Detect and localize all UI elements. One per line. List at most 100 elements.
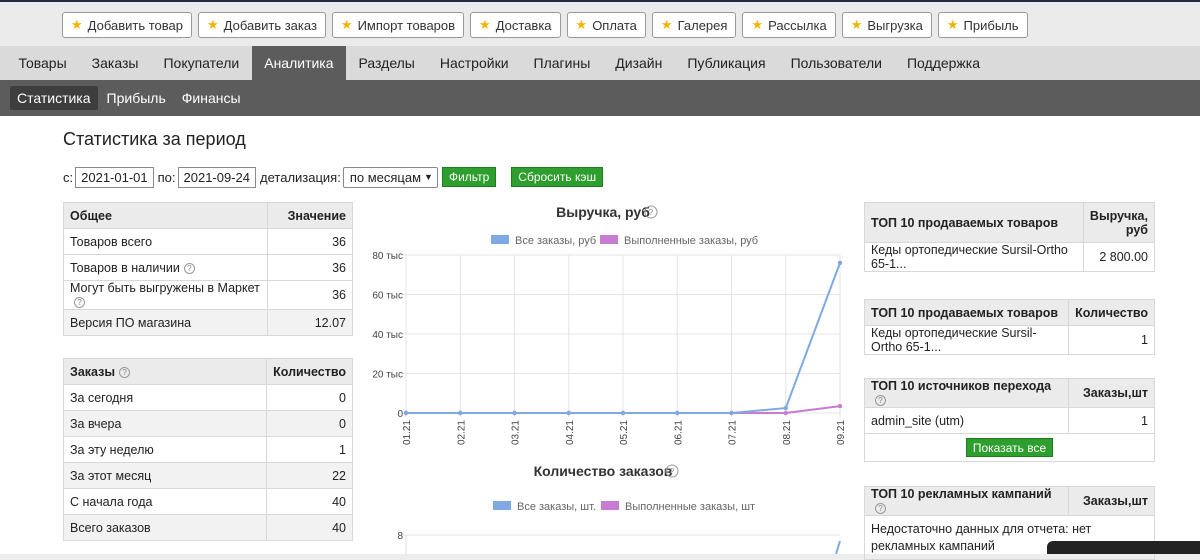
table-cell: 1 (1068, 407, 1155, 434)
column-header-label: ТОП 10 продаваемых товаров (871, 215, 1059, 230)
table-cell: Показать все (864, 433, 1155, 462)
nav-item-6[interactable]: Плагины (521, 46, 603, 80)
data-point (512, 410, 517, 416)
x-tick-label: 03.21 (511, 420, 522, 445)
quick-button-6[interactable]: ★ Рассылка (742, 12, 836, 38)
table-cell: 0 (266, 410, 353, 437)
column-header: Заказы,шт (1068, 378, 1155, 408)
nav-item-3[interactable]: Аналитика (251, 46, 347, 80)
sub-nav: Статистика Прибыль Финансы (0, 80, 1200, 116)
svg-text:?: ? (649, 208, 654, 217)
nav-item-0[interactable]: Товары (6, 46, 79, 80)
detail-select[interactable]: по месяцам ▼ (342, 166, 438, 188)
table-header-row: ТОП 10 источников перехода? Заказы,шт (863, 378, 1155, 408)
subnav-item-1[interactable]: Прибыль (100, 86, 173, 110)
quick-button-0[interactable]: ★ Добавить товар (62, 12, 192, 38)
quick-button-1[interactable]: ★ Добавить заказ (197, 12, 326, 38)
legend-label: Все заказы, руб (515, 235, 596, 247)
subnav-item-2[interactable]: Финансы (175, 86, 248, 110)
nav-item-8[interactable]: Публикация (675, 46, 778, 80)
column-header-label: Значение (287, 208, 346, 223)
data-point (403, 410, 409, 416)
legend-swatch (601, 501, 619, 510)
table-row: С начала года 40 (62, 488, 353, 515)
quick-button-8[interactable]: ★ Прибыль (937, 12, 1028, 38)
table-cell: 1 (266, 436, 353, 463)
cell-value: 36 (332, 234, 346, 249)
column-header: Заказы? (62, 358, 268, 385)
help-icon[interactable]: ? (183, 262, 195, 274)
cell-value: 40 (332, 520, 346, 535)
filter-button[interactable]: Фильтр (441, 167, 497, 187)
cell-value: 36 (332, 260, 346, 275)
column-header: ТОП 10 источников перехода? (863, 378, 1070, 408)
column-header-label: Количество (1075, 305, 1148, 320)
column-header: Количество (1068, 299, 1155, 326)
quick-button-5[interactable]: ★ Галерея (651, 12, 737, 38)
quick-button-3[interactable]: ★ Доставка (470, 12, 561, 38)
top-quantity-table: ТОП 10 продаваемых товаров Количество Кеды… (863, 299, 1155, 355)
cell-value: Товаров всего (70, 234, 153, 249)
nav-item-1[interactable]: Заказы (79, 46, 151, 80)
nav-item-5[interactable]: Настройки (427, 46, 521, 80)
nav-item-10[interactable]: Поддержка (894, 46, 992, 80)
column-header-label: Количество (273, 364, 346, 379)
table-cell: За вчера (62, 410, 268, 437)
nav-item-4[interactable]: Разделы (346, 46, 427, 80)
table-row: Всего заказов 40 (62, 514, 353, 541)
quick-button-label: Доставка (495, 17, 552, 33)
reset-cache-button[interactable]: Сбросить кэш (511, 167, 604, 187)
quick-button-7[interactable]: ★ Выгрузка (841, 12, 932, 38)
quick-button-4[interactable]: ★ Оплата (566, 12, 646, 38)
legend-swatch (491, 235, 509, 244)
help-icon[interactable]: ? (875, 503, 886, 515)
show-all-button[interactable]: Показать все (965, 438, 1054, 457)
cell-value: Товаров в наличии (70, 260, 180, 275)
date-from-input[interactable]: 2021-01-01 (75, 166, 154, 188)
cell-value: За сегодня (70, 390, 134, 405)
cell-value: Кеды ортопедические Sursil-Ortho 65-1... (871, 326, 1037, 354)
star-icon: ★ (206, 17, 219, 32)
orders-count-chart: Количество заказов? Все заказы, шт. Выполн… (397, 463, 841, 554)
chart-title: Выручка, руб (556, 204, 650, 220)
data-point (729, 410, 734, 416)
x-tick-label: 06.21 (673, 420, 684, 445)
nav-item-2[interactable]: Покупатели (151, 46, 252, 80)
y-tick-label: 0 (397, 409, 403, 420)
quick-actions: ★ Добавить товар ★ Добавить заказ ★ Импорт то… (62, 12, 1028, 38)
help-icon[interactable]: ? (74, 297, 85, 309)
chevron-down-icon: ▼ (424, 172, 433, 182)
x-tick-label: 08.21 (782, 420, 793, 445)
help-icon[interactable]: ? (875, 395, 886, 407)
nav-item-7[interactable]: Дизайн (603, 46, 675, 80)
data-point (837, 403, 843, 409)
revenue-chart: Выручка, руб? Все заказы, руб Выполненные … (372, 204, 847, 445)
svg-text:?: ? (670, 467, 675, 476)
table-row: Товаров всего 36 (62, 228, 353, 255)
x-tick-label: 04.21 (565, 420, 576, 445)
help-icon[interactable]: ? (119, 366, 131, 378)
column-header: Количество (266, 358, 353, 385)
x-tick-label: 09.21 (836, 420, 847, 445)
table-cell: 1 (1068, 325, 1155, 355)
cell-value: Кеды ортопедические Sursil-Ortho 65-1... (871, 243, 1068, 271)
cell-value: 1 (1141, 333, 1148, 347)
data-point (837, 260, 843, 266)
column-header-label: Заказы,шт (1082, 494, 1148, 508)
quick-button-2[interactable]: ★ Импорт товаров (331, 12, 465, 38)
date-to-input[interactable]: 2021-09-24 (177, 166, 257, 188)
cell-value: За вчера (70, 416, 122, 431)
chart-title: Количество заказов (534, 463, 673, 479)
table-row: Показать все (864, 433, 1155, 462)
column-header-label: ТОП 10 продаваемых товаров (871, 305, 1059, 320)
column-header-label: ТОП 10 рекламных кампаний (871, 487, 1052, 501)
cell-value: С начала года (70, 494, 153, 509)
table-cell: С начала года (62, 488, 268, 515)
nav-item-9[interactable]: Пользователи (778, 46, 894, 80)
subnav-item-0[interactable]: Статистика (10, 86, 98, 110)
y-tick-label: 40 тыс (372, 330, 403, 341)
table-row: За вчера 0 (62, 410, 353, 437)
table-row: Товаров в наличии? 36 (62, 254, 353, 281)
star-icon: ★ (660, 17, 673, 32)
star-icon: ★ (850, 17, 863, 32)
